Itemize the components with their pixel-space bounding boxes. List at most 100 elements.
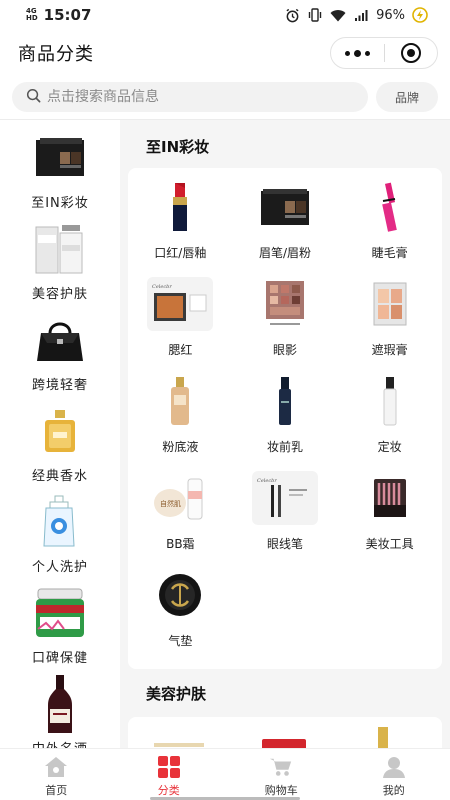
mini-program-capsule (330, 37, 438, 69)
setting-spray-icon (357, 374, 423, 428)
eyeliner-icon: Celecbr (251, 471, 318, 525)
sidebar-item-health[interactable]: 口碑保健 (0, 575, 120, 666)
home-icon (44, 755, 68, 779)
svg-text:自然肌: 自然肌 (160, 499, 181, 508)
sidebar-item-label: 至IN彩妆 (31, 196, 89, 211)
tab-cart[interactable]: 购物车 (225, 749, 338, 800)
brow-palette-icon (252, 180, 318, 234)
lipstick-icon (147, 180, 213, 234)
category-lipstick[interactable]: 口红/唇釉 (128, 174, 233, 271)
bottom-tab-bar: 首页 分类 购物车 我的 (0, 748, 450, 800)
category-label: 眼影 (272, 343, 297, 357)
wifi-icon (330, 8, 346, 22)
sidebar-item-label: 口碑保健 (31, 651, 88, 666)
sidebar-item-makeup[interactable]: 至IN彩妆 (0, 120, 120, 211)
wine-bottle-thumb (32, 675, 88, 733)
brand-button[interactable]: 品牌 (376, 82, 438, 112)
category-label: 定妆 (377, 440, 402, 454)
search-input[interactable] (47, 89, 368, 105)
search-icon (26, 88, 41, 107)
category-label: 眼线笔 (266, 537, 303, 551)
tab-category[interactable]: 分类 (113, 749, 226, 800)
category-eyeshadow[interactable]: 眼影 (233, 271, 338, 368)
supplement-jar-thumb (32, 585, 88, 641)
sidebar-item-label: 跨境轻奢 (31, 378, 88, 393)
foundation-icon (147, 374, 213, 428)
sidebar-item-label: 中外名酒 (32, 738, 88, 748)
category-eyeliner[interactable]: Celecbr 眼线笔 (233, 465, 338, 562)
category-label: 美妆工具 (365, 537, 414, 551)
page-title: 商品分类 (18, 44, 94, 65)
category-blush[interactable]: Celecbr 腮红 (128, 271, 233, 368)
mascara-icon (357, 180, 423, 234)
tab-profile[interactable]: 我的 (338, 749, 450, 800)
category-label: 眉笔/眉粉 (258, 246, 312, 260)
network-indicator: 4G HD (26, 8, 38, 22)
close-miniprogram-button[interactable] (385, 38, 438, 68)
bb-cream-icon: 自然肌 (147, 471, 213, 525)
more-menu-button[interactable] (331, 38, 384, 68)
charging-battery-icon (412, 7, 428, 23)
category-content: 至IN彩妆 口红/唇釉 眉笔/眉粉 睫毛膏 Celecbr 腮红 眼影 遮瑕膏 … (120, 120, 450, 748)
handbag-thumb (32, 312, 88, 368)
profile-icon (382, 755, 406, 779)
sidebar-item-luxury[interactable]: 跨境轻奢 (0, 302, 120, 393)
category-label: 口红/唇釉 (154, 246, 207, 260)
brush-set-icon (357, 471, 423, 525)
makeup-category-grid: 口红/唇釉 眉笔/眉粉 睫毛膏 Celecbr 腮红 眼影 遮瑕膏 粉底液 妆前… (128, 168, 442, 669)
category-primer[interactable]: 妆前乳 (233, 368, 338, 465)
category-tools[interactable]: 美妆工具 (337, 465, 442, 562)
category-label: 腮红 (168, 343, 193, 357)
tab-home[interactable]: 首页 (0, 749, 113, 800)
category-label: 遮瑕膏 (371, 343, 408, 357)
category-bb-cream[interactable]: 自然肌 BB霜 (128, 465, 233, 562)
category-setting[interactable]: 定妆 (337, 368, 442, 465)
category-label: BB霜 (166, 537, 195, 551)
category-label: 气垫 (168, 634, 193, 648)
category-label: 睫毛膏 (371, 246, 408, 260)
sidebar-item-label: 美容护肤 (31, 287, 88, 302)
blush-icon: Celecbr (147, 277, 214, 331)
status-time: 15:07 (43, 6, 92, 24)
more-dots-icon (344, 49, 370, 57)
search-box[interactable] (12, 82, 368, 112)
brand-logo-text: Celecbr (257, 478, 277, 484)
section-title-makeup: 至IN彩妆 (146, 138, 210, 156)
primer-icon (252, 374, 318, 428)
skincare-bottle-thumb (32, 221, 88, 277)
category-brow[interactable]: 眉笔/眉粉 (233, 174, 338, 271)
category-label: 粉底液 (162, 440, 199, 454)
category-label: 妆前乳 (266, 440, 303, 454)
signal-icon (353, 8, 369, 22)
vibrate-icon (307, 8, 323, 22)
alarm-icon (284, 8, 300, 22)
sidebar-item-skincare[interactable]: 美容护肤 (0, 211, 120, 302)
sidebar-item-wine[interactable]: 中外名酒 (0, 666, 120, 748)
tab-label: 首页 (45, 784, 68, 797)
sidebar-item-personal-care[interactable]: 个人洗护 (0, 484, 120, 575)
cart-icon (269, 755, 293, 779)
brand-logo-text: Celecbr (152, 284, 172, 290)
eyeshadow-icon (252, 277, 318, 331)
network-hd: HD (26, 14, 38, 22)
tab-label: 我的 (382, 784, 405, 797)
category-cushion[interactable]: 气垫 (128, 562, 233, 659)
sidebar-item-label: 经典香水 (31, 469, 88, 484)
page-header: 商品分类 (0, 30, 450, 76)
skincare-category-grid (128, 717, 442, 748)
perfume-thumb (32, 403, 88, 459)
tab-label: 购物车 (264, 784, 298, 797)
sidebar-item-perfume[interactable]: 经典香水 (0, 393, 120, 484)
sidebar-item-label: 个人洗护 (31, 560, 88, 575)
battery-percent: 96% (376, 7, 405, 23)
category-foundation[interactable]: 粉底液 (128, 368, 233, 465)
search-row: 品牌 (0, 80, 450, 114)
category-sidebar: 至IN彩妆 美容护肤 跨境轻奢 经典香水 个人洗护 口碑保健 中外名酒 (0, 120, 120, 748)
category-mascara[interactable]: 睫毛膏 (337, 174, 442, 271)
tab-label: 分类 (157, 784, 180, 797)
body-wash-thumb (32, 494, 88, 550)
category-icon (157, 755, 181, 779)
eyeshadow-palette-thumb (32, 130, 88, 186)
section-title-skincare: 美容护肤 (146, 685, 207, 703)
category-concealer[interactable]: 遮瑕膏 (337, 271, 442, 368)
